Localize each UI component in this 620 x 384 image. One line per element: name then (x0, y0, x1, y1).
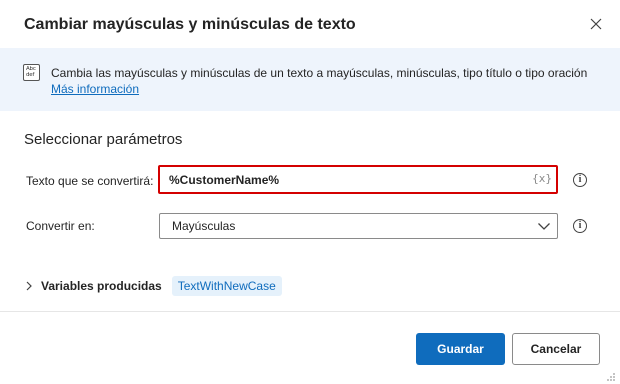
dialog: Cambiar mayúsculas y minúsculas de texto… (0, 0, 620, 384)
text-input-value: %CustomerName% (169, 173, 280, 187)
cancel-button[interactable]: Cancelar (512, 333, 600, 365)
info-icon[interactable]: i (573, 219, 587, 233)
variable-chip[interactable]: TextWithNewCase (171, 276, 282, 296)
chevron-down-icon (538, 223, 550, 230)
convert-to-select[interactable]: Mayúsculas (159, 213, 558, 239)
resize-grip-icon[interactable] (606, 372, 616, 382)
more-info-link[interactable]: Más información (51, 81, 139, 97)
produced-variables-row: Variables producidas TextWithNewCase (24, 276, 282, 296)
variable-picker-button[interactable]: {x} (532, 172, 552, 185)
info-icon[interactable]: i (573, 173, 587, 187)
save-button[interactable]: Guardar (416, 333, 505, 365)
banner-description: Cambia las mayúsculas y minúsculas de un… (51, 66, 588, 80)
produced-variables-label[interactable]: Variables producidas (41, 279, 162, 293)
text-case-icon: Abc def (23, 64, 40, 81)
convert-field-label: Convertir en: (26, 219, 95, 233)
footer-divider (0, 311, 620, 312)
convert-select-value: Mayúsculas (172, 219, 236, 233)
dialog-title: Cambiar mayúsculas y minúsculas de texto (24, 16, 356, 33)
close-icon[interactable] (586, 14, 606, 34)
text-field-label: Texto que se convertirá: (26, 174, 154, 188)
chevron-right-icon[interactable] (24, 281, 34, 291)
text-to-convert-input[interactable]: %CustomerName% {x} (158, 165, 558, 194)
section-title: Seleccionar parámetros (24, 131, 183, 148)
